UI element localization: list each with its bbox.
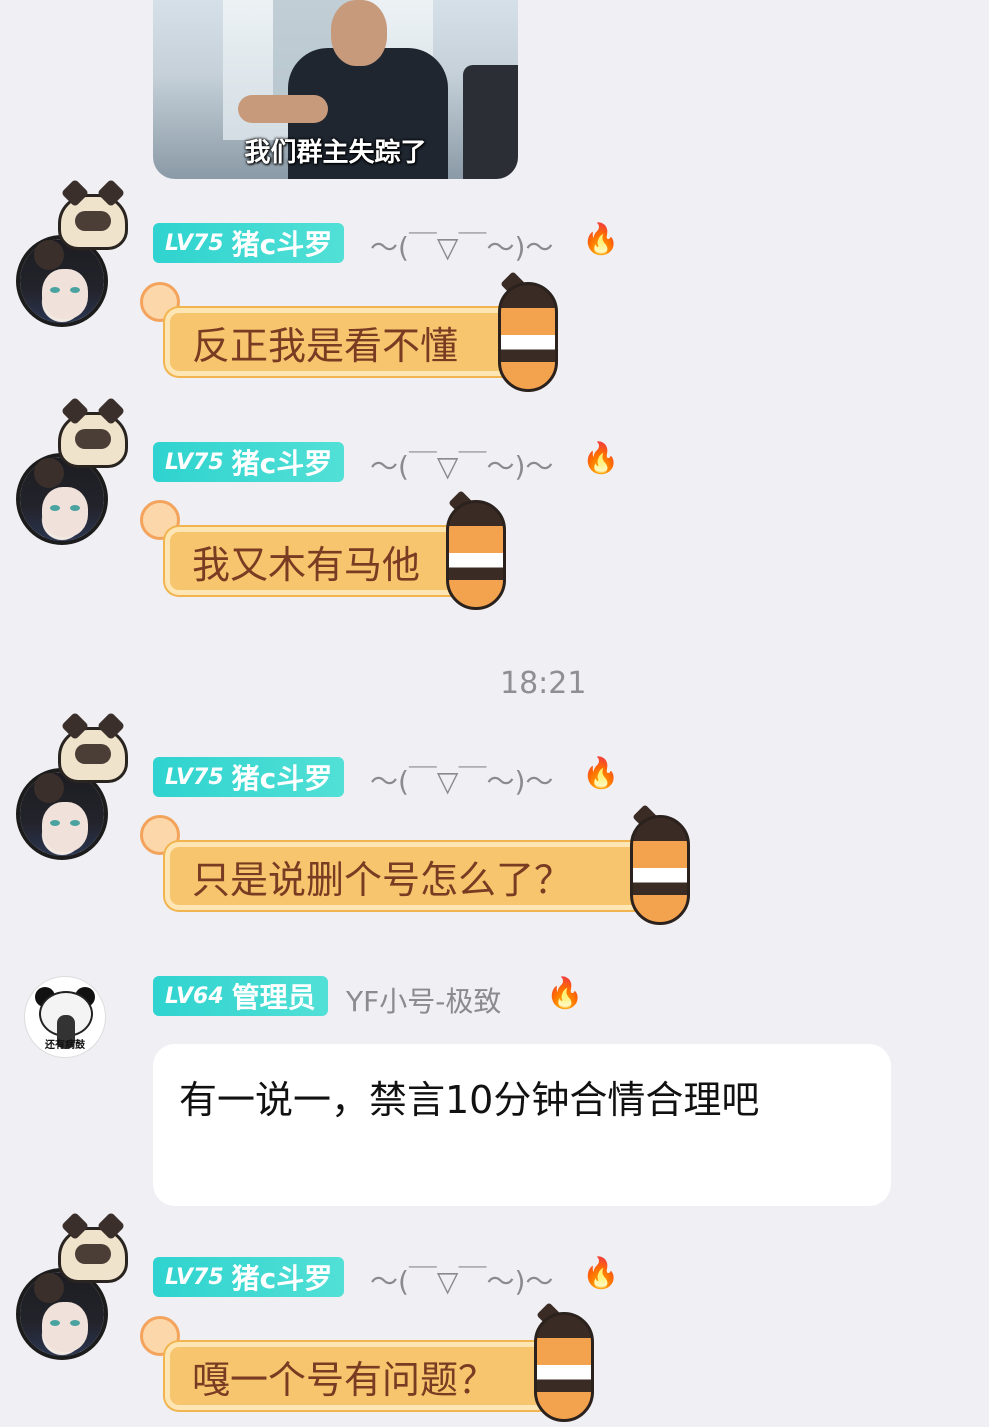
paw-decoration bbox=[34, 1273, 64, 1303]
calico-cat-decoration bbox=[446, 500, 506, 610]
paw-decoration bbox=[34, 773, 64, 803]
title-label: 猪c斗罗 bbox=[231, 228, 333, 261]
cat-hat-decoration bbox=[58, 178, 128, 250]
flame-icon: 🔥 bbox=[546, 976, 584, 1011]
calico-cat-decoration bbox=[534, 1312, 594, 1422]
title-label: 猪c斗罗 bbox=[231, 1262, 333, 1295]
member-badge: LV75 猪c斗罗 bbox=[153, 442, 345, 482]
cat-hat-decoration bbox=[58, 1211, 128, 1283]
flame-icon: 🔥 bbox=[582, 222, 620, 257]
message-bubble[interactable]: 嘎一个号有问题？ bbox=[165, 1342, 570, 1410]
flame-icon: 🔥 bbox=[582, 441, 620, 476]
level-label: LV75 bbox=[165, 764, 224, 790]
message-bubble[interactable]: 有一说一，禁言10分钟合情合理吧 bbox=[153, 1044, 891, 1206]
calico-cat-decoration bbox=[498, 282, 558, 392]
title-label: 猪c斗罗 bbox=[231, 447, 333, 480]
member-badge: LV75 猪c斗罗 bbox=[153, 223, 345, 263]
sender-nickname[interactable]: ～(￣▽￣～)～ bbox=[370, 1260, 553, 1300]
image-caption: 我们群主失踪了 bbox=[244, 138, 427, 168]
admin-badge: LV64 管理员 bbox=[153, 976, 328, 1016]
image-message[interactable]: 我们群主失踪了 bbox=[153, 0, 518, 179]
sender-nickname[interactable]: YF小号-极致 bbox=[346, 980, 501, 1020]
flame-icon: 🔥 bbox=[582, 756, 620, 791]
title-label: 管理员 bbox=[231, 981, 316, 1014]
time-divider: 18:21 bbox=[500, 666, 587, 701]
member-badge: LV75 猪c斗罗 bbox=[153, 757, 345, 797]
image-hands bbox=[238, 95, 328, 123]
cat-hat-decoration bbox=[58, 396, 128, 468]
sender-nickname[interactable]: ～(￣▽￣～)～ bbox=[370, 760, 553, 800]
member-badge: LV75 猪c斗罗 bbox=[153, 1257, 345, 1297]
message-bubble[interactable]: 只是说删个号怎么了？ bbox=[165, 842, 660, 910]
image-person-head bbox=[331, 0, 387, 66]
cat-hat-decoration bbox=[58, 711, 128, 783]
level-label: LV75 bbox=[165, 230, 224, 256]
level-label: LV64 bbox=[165, 983, 224, 1009]
sender-nickname[interactable]: ～(￣▽￣～)～ bbox=[370, 226, 553, 266]
paw-decoration bbox=[34, 240, 64, 270]
flame-icon: 🔥 bbox=[582, 1256, 620, 1291]
level-label: LV75 bbox=[165, 1264, 224, 1290]
calico-cat-decoration bbox=[630, 815, 690, 925]
level-label: LV75 bbox=[165, 449, 224, 475]
admin-avatar[interactable]: 还有病鼓 bbox=[24, 976, 106, 1058]
message-bubble[interactable]: 我又木有马他 bbox=[165, 527, 480, 595]
paw-decoration bbox=[34, 458, 64, 488]
sender-nickname[interactable]: ～(￣▽￣～)～ bbox=[370, 445, 553, 485]
title-label: 猪c斗罗 bbox=[231, 762, 333, 795]
avatar-caption: 还有病鼓 bbox=[45, 1040, 85, 1051]
message-bubble[interactable]: 反正我是看不懂 bbox=[165, 308, 525, 376]
